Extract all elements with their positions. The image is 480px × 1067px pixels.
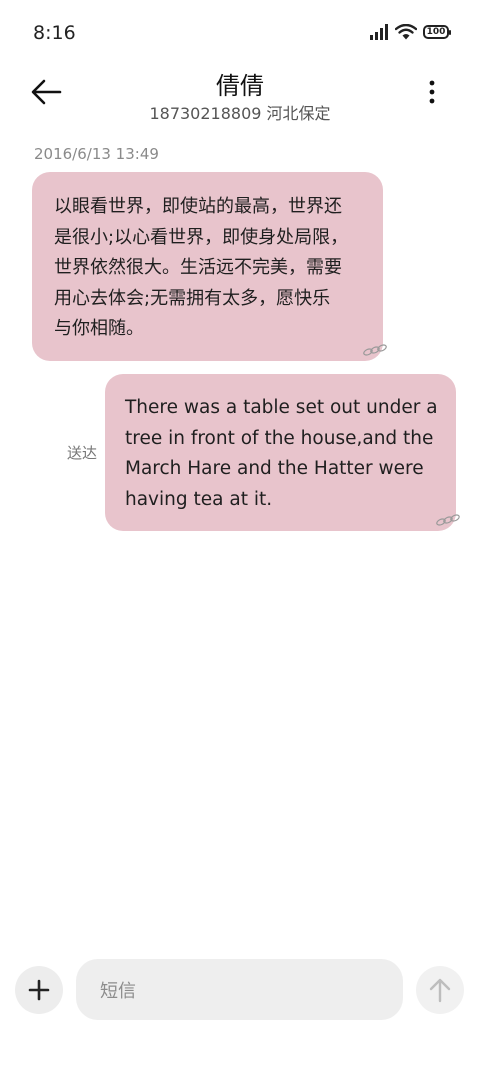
message-line: having tea at it. xyxy=(125,488,273,510)
message-line: March Hare and the Hatter were xyxy=(125,458,424,479)
more-vertical-icon xyxy=(429,80,435,104)
incoming-message-bubble[interactable]: 以眼看世界，即使站的最高，世界还 是很小;以心看世界，即使身处局限， 世界依然很… xyxy=(32,172,383,361)
status-time: 8:16 xyxy=(33,22,76,44)
message-line: 用心去体会;无需拥有太多，愿快乐 xyxy=(54,287,331,309)
message-line: 是很小;以心看世界，即使身处局限， xyxy=(54,226,349,248)
message-line: tree in front of the house,and the xyxy=(125,427,434,449)
status-bar: 8:16 100 xyxy=(0,0,480,66)
plus-icon xyxy=(28,979,50,1001)
message-line: There was a table set out under a xyxy=(125,397,438,418)
chain-link-icon xyxy=(436,514,460,526)
message-timestamp: 2016/6/13 13:49 xyxy=(34,145,159,163)
send-arrow-icon xyxy=(429,978,451,1003)
conversation-header: 倩倩 18730218809 河北保定 xyxy=(0,66,480,130)
message-input-placeholder: 短信 xyxy=(100,980,136,1002)
signal-icon xyxy=(370,24,388,40)
contact-detail: 18730218809 河北保定 xyxy=(149,104,331,123)
contact-name: 倩倩 xyxy=(216,72,264,100)
message-input[interactable]: 短信 xyxy=(76,959,403,1020)
chain-link-icon xyxy=(363,344,387,356)
add-attachment-button[interactable] xyxy=(15,966,63,1014)
message-line: 世界依然很大。生活远不完美，需要 xyxy=(54,257,342,278)
battery-icon: 100 xyxy=(423,25,451,39)
status-icons: 100 xyxy=(369,24,451,40)
message-line: 与你相随。 xyxy=(54,318,144,339)
message-line: 以眼看世界，即使站的最高，世界还 xyxy=(54,196,342,217)
outgoing-message-bubble[interactable]: There was a table set out under a tree i… xyxy=(105,374,456,531)
send-button[interactable] xyxy=(416,966,464,1014)
delivery-status: 送达 xyxy=(67,444,98,462)
wifi-icon xyxy=(395,24,417,40)
more-options-button[interactable] xyxy=(420,78,444,108)
